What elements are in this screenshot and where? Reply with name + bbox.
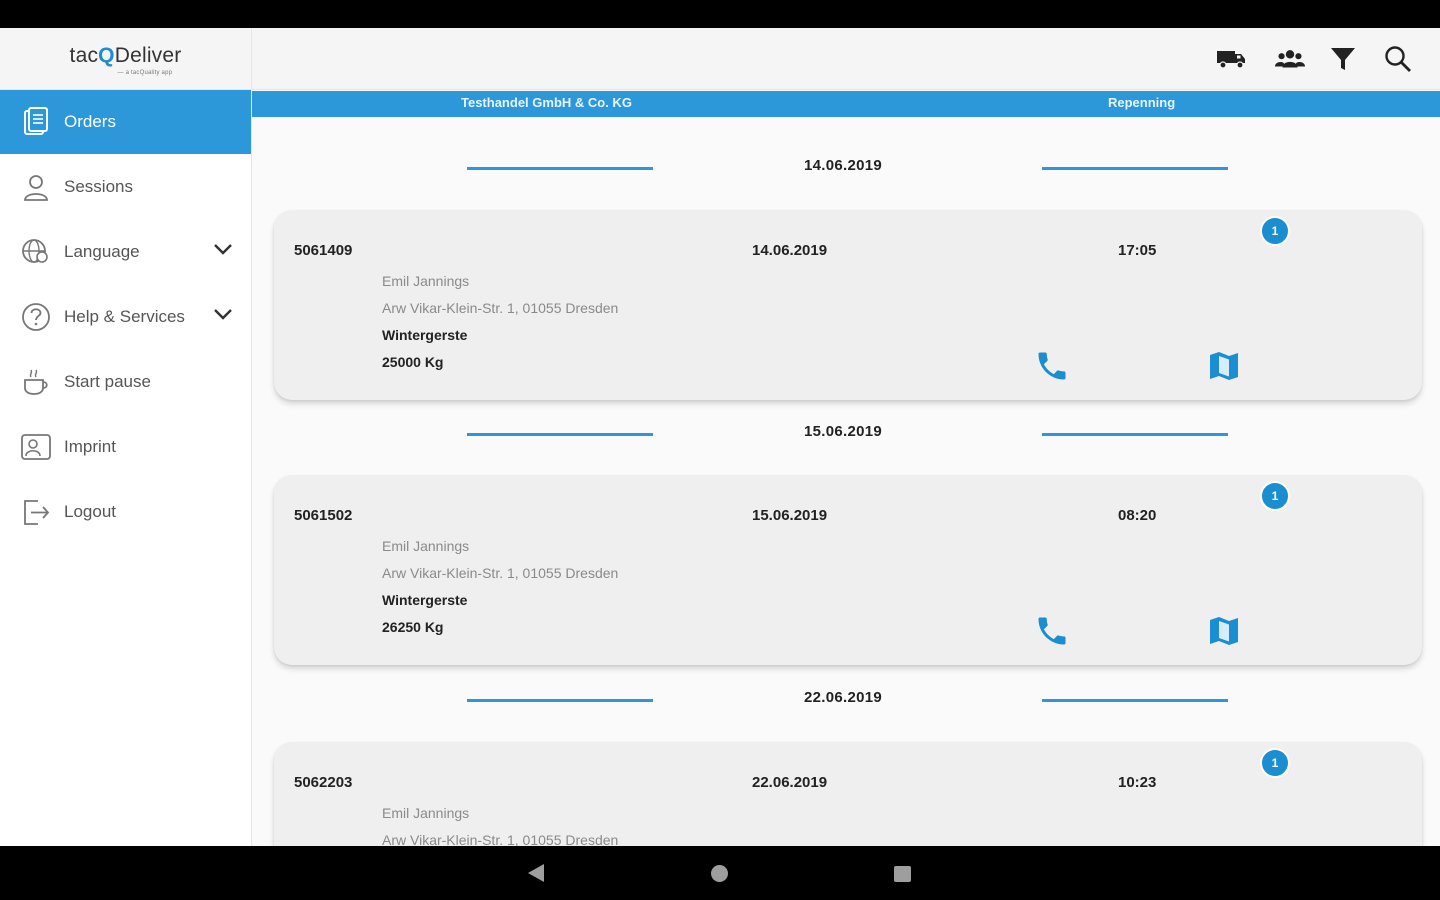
separator-line [467,699,653,702]
customer-address: Arw Vikar-Klein-Str. 1, 01055 Dresden [382,565,619,581]
separator-date: 14.06.2019 [804,157,883,174]
top-bar [252,28,1440,90]
status-bar [0,0,1440,28]
logo-area: tacQDeliver — a tacQuality app [0,28,251,90]
sidebar-item-label: Language [64,241,140,261]
customer-name: Emil Jannings [382,273,470,289]
imprint-icon [20,431,52,463]
separator-date: 22.06.2019 [804,689,883,706]
order-number: 5061502 [294,507,353,524]
sidebar-item-label: Help & Services [64,306,185,326]
location-name: Repenning [1108,95,1176,110]
sidebar-item-language[interactable]: Language [0,219,251,284]
product-name: Wintergerste [382,592,468,608]
sidebar-item-orders[interactable]: Orders [0,90,251,154]
document-icon [20,106,52,138]
help-icon [20,301,52,333]
sidebar-item-help-services[interactable]: Help & Services [0,284,251,349]
notification-badge: 1 [1260,748,1290,778]
date-separator: 15.06.2019 [252,419,1440,449]
notification-badge: 1 [1260,216,1290,246]
chevron-down-icon[interactable] [213,241,233,261]
search-icon[interactable] [1383,44,1413,74]
order-time: 08:20 [1118,507,1157,524]
logout-icon [20,496,52,528]
order-time: 17:05 [1118,242,1157,259]
separator-line [1042,699,1228,702]
map-icon[interactable] [1206,348,1242,384]
order-date: 22.06.2019 [752,774,828,791]
product-name: Wintergerste [382,327,468,343]
order-number: 5062203 [294,774,353,791]
map-icon[interactable] [1206,613,1242,649]
order-time: 10:23 [1118,774,1157,791]
company-name: Testhandel GmbH & Co. KG [461,95,632,110]
sidebar-item-label: Orders [64,112,116,131]
order-card[interactable]: 5062203 22.06.2019 10:23 1 Emil Jannings… [274,742,1422,846]
sidebar-item-label: Imprint [64,436,116,456]
notification-badge: 1 [1260,481,1290,511]
sidebar-item-sessions[interactable]: Sessions [0,154,251,219]
logo-suffix: Deliver [114,43,182,67]
sidebar-item-start-pause[interactable]: Start pause [0,349,251,414]
chevron-down-icon[interactable] [213,306,233,326]
person-icon [20,171,52,203]
sidebar-item-logout[interactable]: Logout [0,479,251,544]
phone-icon[interactable] [1034,348,1070,384]
separator-line [1042,167,1228,170]
separator-date: 15.06.2019 [804,423,883,440]
sidebar: tacQDeliver — a tacQuality app Orders Se… [0,28,252,846]
date-separator: 22.06.2019 [252,685,1440,715]
order-date: 14.06.2019 [752,242,828,259]
separator-line [467,433,653,436]
home-icon[interactable] [711,865,728,882]
separator-line [467,167,653,170]
app-logo: tacQDeliver — a tacQuality app [69,43,182,76]
sidebar-item-imprint[interactable]: Imprint [0,414,251,479]
recent-apps-icon[interactable] [894,866,911,882]
order-card[interactable]: 5061409 14.06.2019 17:05 1 Emil Jannings… [274,210,1422,400]
order-date: 15.06.2019 [752,507,828,524]
date-separator: 14.06.2019 [252,153,1440,183]
group-icon[interactable] [1275,44,1305,74]
orders-list: 14.06.2019 5061409 14.06.2019 17:05 1 Em… [252,117,1440,846]
sidebar-item-label: Start pause [64,371,151,391]
language-icon [20,236,52,268]
info-strip: Testhandel GmbH & Co. KG Repenning [252,91,1440,117]
customer-address: Arw Vikar-Klein-Str. 1, 01055 Dresden [382,300,619,316]
order-weight: 25000 Kg [382,354,444,370]
customer-name: Emil Jannings [382,805,470,821]
logo-prefix: tac [69,43,99,67]
sidebar-item-label: Logout [64,501,116,521]
order-number: 5061409 [294,242,353,259]
filter-icon[interactable] [1328,44,1358,74]
app-window: tacQDeliver — a tacQuality app Orders Se… [0,28,1440,846]
coffee-cup-icon [20,366,52,398]
logo-q: Q [98,43,115,67]
phone-icon[interactable] [1034,613,1070,649]
separator-line [1042,433,1228,436]
logo-subtitle: — a tacQuality app [117,69,173,76]
back-icon[interactable] [528,864,544,882]
customer-address: Arw Vikar-Klein-Str. 1, 01055 Dresden [382,832,619,846]
customer-name: Emil Jannings [382,538,470,554]
truck-icon[interactable] [1216,44,1246,74]
sidebar-item-label: Sessions [64,176,133,196]
order-weight: 26250 Kg [382,619,444,635]
order-card[interactable]: 5061502 15.06.2019 08:20 1 Emil Jannings… [274,475,1422,665]
